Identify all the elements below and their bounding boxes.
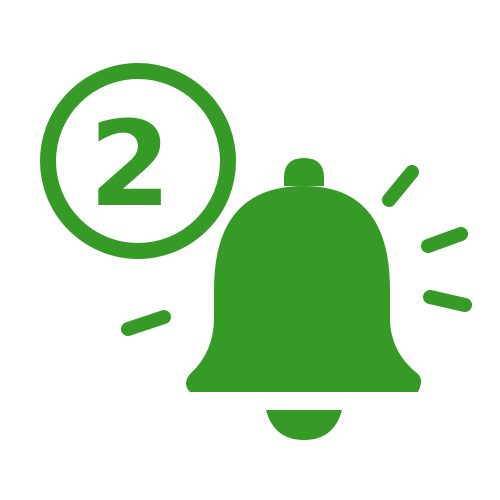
bell-top-knob: [284, 158, 324, 186]
ring-line-middle-right: [421, 227, 468, 253]
bell-body: [186, 186, 421, 392]
ring-line-lower-right: [423, 290, 472, 312]
bell-clapper: [266, 410, 342, 440]
ring-line-left: [121, 310, 171, 336]
notification-icon-canvas: 2: [0, 0, 500, 500]
ring-line-top-right: [382, 165, 419, 207]
badge-count: 2: [89, 95, 171, 233]
bell-notification-icon[interactable]: 2: [0, 0, 500, 500]
notification-badge: 2: [40, 63, 236, 259]
